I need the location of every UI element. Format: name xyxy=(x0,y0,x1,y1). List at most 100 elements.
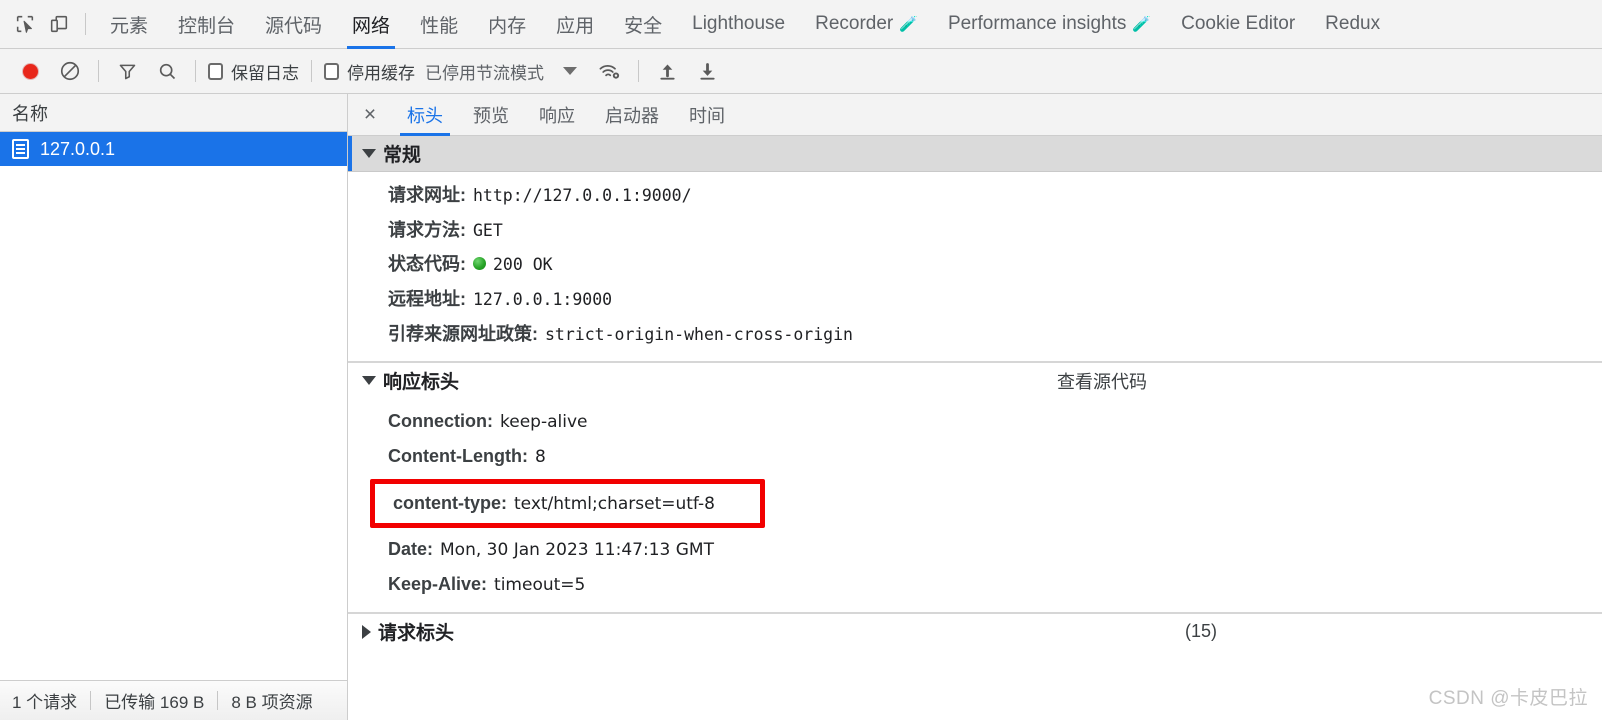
panel-tab-label: 网络 xyxy=(352,15,391,37)
export-har-button[interactable] xyxy=(691,55,723,87)
row-key: 请求网址: xyxy=(388,185,466,205)
panel-tab-redux[interactable]: Redux xyxy=(1310,0,1395,49)
status-ok-icon xyxy=(473,257,486,271)
tab-initiator[interactable]: 启动器 xyxy=(590,94,674,136)
devtools-window: 元素 控制台 源代码 网络 性能 内存 应用 安全 Lighthouse Rec… xyxy=(0,0,1602,720)
general-row-referrer-policy: 引荐来源网址政策: strict-origin-when-cross-origi… xyxy=(348,317,1602,352)
record-icon xyxy=(22,63,38,79)
requests-list[interactable]: 127.0.0.1 xyxy=(0,132,347,680)
general-section-title: 常规 xyxy=(383,145,422,166)
request-headers-title: 请求标头 xyxy=(378,623,455,645)
row-key: Keep-Alive: xyxy=(388,574,488,595)
response-header-connection: Connection: keep-alive xyxy=(348,404,1602,439)
chevron-down-icon xyxy=(362,149,376,158)
panel-tab-elements[interactable]: 元素 xyxy=(95,0,163,49)
panel-tab-memory[interactable]: 内存 xyxy=(473,0,541,49)
row-value: 200 OK xyxy=(493,255,553,275)
request-headers-count: (15) xyxy=(1184,621,1217,642)
status-divider xyxy=(90,691,92,710)
network-conditions-button[interactable] xyxy=(594,55,626,87)
request-headers-section-header[interactable]: 请求标头 (15) xyxy=(348,613,1602,650)
row-key: content-type: xyxy=(393,492,507,513)
tab-response[interactable]: 响应 xyxy=(524,94,590,136)
checkbox-icon xyxy=(324,62,339,80)
device-toolbar-icon[interactable] xyxy=(42,7,76,41)
headers-content: 常规 请求网址: http://127.0.0.1:9000/ 请求方法: GE… xyxy=(348,136,1602,720)
panel-tab-recorder[interactable]: Recorder 🧪 xyxy=(800,0,933,49)
chevron-down-icon xyxy=(563,67,577,75)
panel-tab-label: 应用 xyxy=(556,15,595,37)
preserve-log-checkbox[interactable]: 保留日志 xyxy=(204,59,303,84)
toolbar-divider xyxy=(638,60,639,82)
toolbar-divider xyxy=(98,60,99,82)
row-key: Content-Length: xyxy=(388,446,528,467)
panel-tab-label: 性能 xyxy=(420,15,459,37)
general-row-request-url: 请求网址: http://127.0.0.1:9000/ xyxy=(348,178,1602,213)
status-transferred: 已传输 169 B xyxy=(104,693,205,712)
chevron-right-icon xyxy=(362,624,371,639)
tab-label: 标头 xyxy=(407,105,443,126)
response-header-date: Date: Mon, 30 Jan 2023 11:47:13 GMT xyxy=(348,532,1602,567)
record-button[interactable] xyxy=(14,55,46,87)
panel-tab-label: 安全 xyxy=(624,15,663,37)
panel-tab-security[interactable]: 安全 xyxy=(609,0,677,49)
row-value: keep-alive xyxy=(500,412,588,433)
tab-label: 预览 xyxy=(473,105,509,126)
experiment-flask-icon: 🧪 xyxy=(1132,15,1152,33)
filter-button[interactable] xyxy=(111,55,143,87)
panel-tab-label: Redux xyxy=(1325,13,1381,34)
request-row-127-0-0-1[interactable]: 127.0.0.1 xyxy=(0,132,347,166)
search-button[interactable] xyxy=(151,55,183,87)
detail-tab-bar: × 标头 预览 响应 启动器 时间 xyxy=(348,94,1602,136)
throttling-select-label[interactable]: 已停用节流模式 xyxy=(419,59,550,84)
panel-tab-performance-insights[interactable]: Performance insights 🧪 xyxy=(933,0,1166,49)
row-value: http://127.0.0.1:9000/ xyxy=(473,186,692,205)
panel-tab-sources[interactable]: 源代码 xyxy=(250,0,337,49)
response-headers-rows: Connection: keep-alive Content-Length: 8… xyxy=(348,398,1602,612)
panel-tab-console[interactable]: 控制台 xyxy=(163,0,250,49)
tab-headers[interactable]: 标头 xyxy=(392,94,458,136)
network-toolbar: 保留日志 停用缓存 已停用节流模式 xyxy=(0,49,1602,94)
request-headers-section: 请求标头 (15) xyxy=(348,613,1602,650)
requests-pane: 名称 127.0.0.1 1 个请求 已传输 169 B 8 B 项资源 xyxy=(0,94,348,720)
tab-preview[interactable]: 预览 xyxy=(458,94,524,136)
panel-tab-lighthouse[interactable]: Lighthouse xyxy=(677,0,800,49)
toolbar-divider xyxy=(311,60,312,82)
general-section-header[interactable]: 常规 xyxy=(348,136,1602,172)
requests-column-header[interactable]: 名称 xyxy=(0,94,347,132)
request-row-name: 127.0.0.1 xyxy=(40,138,116,159)
row-key: 状态代码: xyxy=(388,254,466,275)
close-icon[interactable]: × xyxy=(354,99,386,131)
disable-cache-checkbox[interactable]: 停用缓存 xyxy=(320,59,419,84)
panel-tab-network[interactable]: 网络 xyxy=(337,0,405,49)
panel-tab-label: 元素 xyxy=(110,15,149,37)
row-value: Mon, 30 Jan 2023 11:47:13 GMT xyxy=(440,539,714,560)
row-value: GET xyxy=(473,220,503,240)
row-value: text/html;charset=utf-8 xyxy=(514,493,715,514)
chevron-down-icon xyxy=(362,376,376,386)
inspect-element-icon[interactable] xyxy=(8,7,42,41)
panel-tab-label: 源代码 xyxy=(265,15,323,37)
devtools-tab-bar: 元素 控制台 源代码 网络 性能 内存 应用 安全 Lighthouse Rec… xyxy=(0,0,1602,49)
status-request-count: 1 个请求 xyxy=(12,693,78,712)
response-headers-section-header[interactable]: 响应标头 查看源代码 xyxy=(348,362,1602,399)
panel-tab-label: Cookie Editor xyxy=(1181,13,1296,34)
import-har-button[interactable] xyxy=(651,55,683,87)
tab-label: 时间 xyxy=(689,105,725,126)
checkbox-icon xyxy=(208,62,223,80)
panel-tab-cookie-editor[interactable]: Cookie Editor xyxy=(1166,0,1310,49)
close-label: × xyxy=(363,102,377,126)
panel-tab-performance[interactable]: 性能 xyxy=(405,0,473,49)
tab-label: 响应 xyxy=(539,105,575,126)
tab-timing[interactable]: 时间 xyxy=(674,94,740,136)
row-value: 127.0.0.1:9000 xyxy=(473,289,613,309)
panel-tab-label: 内存 xyxy=(488,15,527,37)
throttling-dropdown-button[interactable] xyxy=(554,55,586,87)
row-value: strict-origin-when-cross-origin xyxy=(545,324,853,344)
view-source-link[interactable]: 查看源代码 xyxy=(1057,368,1147,394)
status-divider xyxy=(217,691,219,710)
column-header-name: 名称 xyxy=(12,103,48,124)
response-header-content-type: content-type: text/html;charset=utf-8 xyxy=(370,478,765,528)
panel-tab-application[interactable]: 应用 xyxy=(541,0,609,49)
clear-button[interactable] xyxy=(54,55,86,87)
